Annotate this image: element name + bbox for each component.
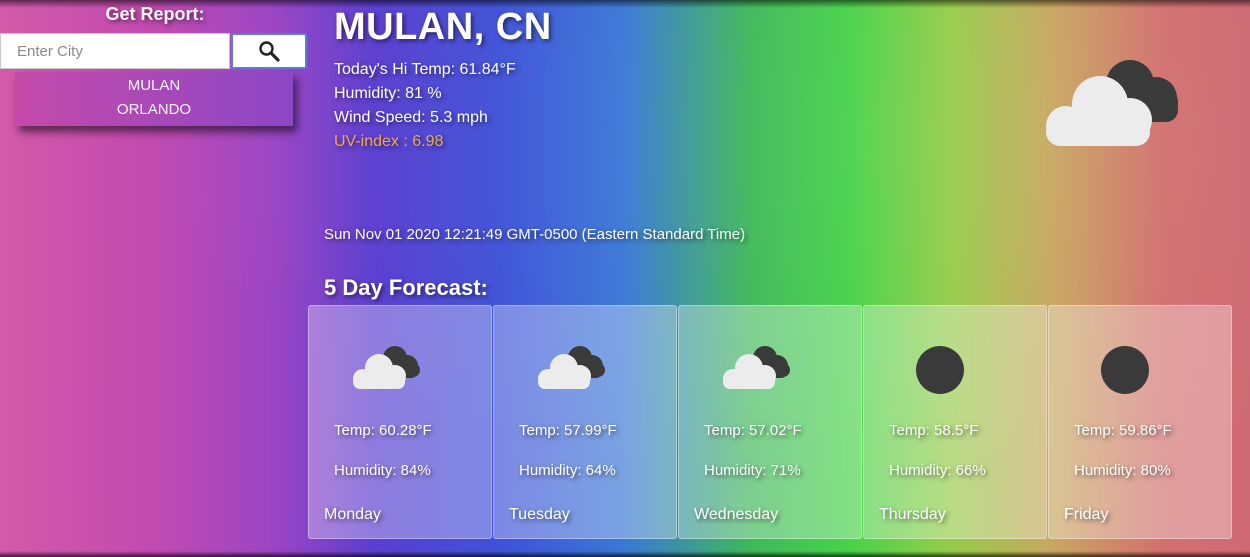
search-history-list: MULAN ORLANDO (15, 72, 293, 126)
wind-speed-text: Wind Speed: 5.3 mph (334, 109, 488, 126)
forecast-humidity: Humidity: 64% (519, 462, 616, 479)
forecast-humidity: Humidity: 71% (704, 462, 801, 479)
clear-sky-night-icon (1101, 346, 1149, 394)
get-report-heading: Get Report: (105, 4, 205, 24)
forecast-day: Tuesday (509, 506, 570, 523)
search-button[interactable] (231, 33, 307, 69)
hi-temp-text: Today's Hi Temp: 61.84°F (334, 61, 516, 78)
forecast-card-thursday: Temp: 58.5°F Humidity: 66% Thursday (863, 305, 1047, 539)
forecast-humidity: Humidity: 80% (1074, 462, 1171, 479)
forecast-temp: Temp: 57.99°F (519, 422, 617, 439)
humidity-text: Humidity: 81 % (334, 85, 442, 102)
clear-sky-night-icon (916, 346, 964, 394)
forecast-card-monday: Temp: 60.28°F Humidity: 84% Monday (308, 305, 492, 539)
forecast-temp: Temp: 57.02°F (704, 422, 802, 439)
forecast-temp: Temp: 58.5°F (889, 422, 979, 439)
forecast-temp: Temp: 59.86°F (1074, 422, 1172, 439)
forecast-title: 5 Day Forecast: (324, 275, 488, 300)
forecast-temp: Temp: 60.28°F (334, 422, 432, 439)
forecast-humidity: Humidity: 66% (889, 462, 986, 479)
forecast-row: Temp: 60.28°F Humidity: 84% Monday Temp:… (308, 305, 1234, 540)
city-title: MULAN, CN (334, 6, 552, 48)
forecast-card-tuesday: Temp: 57.99°F Humidity: 64% Tuesday (493, 305, 677, 539)
forecast-humidity: Humidity: 84% (334, 462, 431, 479)
history-item-orlando[interactable]: ORLANDO (15, 98, 293, 122)
current-datetime: Sun Nov 01 2020 12:21:49 GMT-0500 (Easte… (324, 226, 746, 243)
search-row (0, 33, 310, 71)
magnifier-icon (259, 41, 280, 62)
forecast-card-friday: Temp: 59.86°F Humidity: 80% Friday (1048, 305, 1232, 539)
history-item-mulan[interactable]: MULAN (15, 74, 293, 98)
forecast-day: Monday (324, 506, 381, 523)
uv-index-text: UV-index : 6.98 (334, 133, 444, 150)
forecast-day: Wednesday (694, 506, 779, 523)
broken-clouds-icon (353, 346, 420, 389)
forecast-day: Thursday (879, 506, 946, 523)
forecast-day: Friday (1064, 506, 1109, 523)
broken-clouds-icon (538, 346, 605, 389)
broken-clouds-icon (1046, 60, 1178, 146)
broken-clouds-icon (723, 346, 790, 389)
city-search-input[interactable] (0, 33, 230, 69)
forecast-card-wednesday: Temp: 57.02°F Humidity: 71% Wednesday (678, 305, 862, 539)
